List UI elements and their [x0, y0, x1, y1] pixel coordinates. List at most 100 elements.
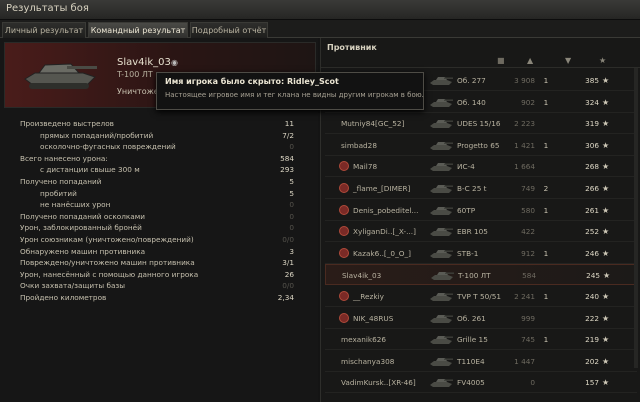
tank-class-icon	[430, 206, 453, 215]
stat-label: Очки захвата/защиты базы	[20, 281, 126, 291]
stat-row: пробитий 5	[0, 188, 318, 199]
stat-value: 0	[289, 223, 294, 233]
window-title: Результаты боя	[6, 3, 89, 14]
tab-team-result[interactable]: Командный результат	[88, 22, 188, 38]
enemy-vehicle-name: Об. 277	[457, 76, 486, 85]
enemy-row[interactable]: Denis_pobeditel... 60TP 580 1 261 ★	[325, 200, 637, 221]
stat-row: Урон, заблокированный бронёй 0	[0, 222, 318, 233]
tank-class-icon	[430, 141, 453, 150]
stat-value: 293	[280, 165, 294, 175]
enemy-experience: 245	[586, 271, 600, 281]
enemy-damage: 902	[521, 97, 535, 107]
stat-row: не нанёсших урон 0	[0, 199, 318, 210]
eye-icon[interactable]: ◉	[171, 58, 178, 67]
tank-class-icon	[430, 98, 453, 107]
tab-detailed-report[interactable]: Подробный отчёт	[190, 22, 268, 38]
stat-value: 5	[289, 188, 294, 198]
star-icon: ★	[602, 378, 610, 388]
enemy-vehicle-name: FV4005	[457, 378, 485, 388]
star-icon: ★	[602, 97, 610, 107]
enemy-experience: 319	[585, 119, 599, 129]
enemy-player-name: mischanya308	[341, 356, 395, 366]
enemy-vehicle-name: Об. 261	[457, 313, 486, 323]
stat-row: прямых попаданий/пробитий 7/2	[0, 130, 318, 141]
enemy-row[interactable]: __Rezkiy TVP T 50/51 2 241 1 240 ★	[325, 286, 637, 307]
enemy-experience: 261	[585, 205, 599, 215]
damage-column-icon[interactable]: ■	[497, 56, 505, 65]
enemy-vehicle-name: TVP T 50/51	[457, 292, 501, 301]
enemy-experience: 202	[585, 356, 599, 366]
enemy-player-name: VadimKursk..[XR-46]	[341, 378, 416, 388]
tank-class-icon	[430, 120, 453, 129]
enemy-experience: 157	[585, 378, 599, 388]
enemy-row[interactable]: mischanya308 T110E4 1 447 202 ★	[325, 351, 637, 372]
enemy-row[interactable]: simbad28 Progetto 65 1 421 1 306 ★	[325, 135, 637, 156]
tank-class-icon	[430, 314, 453, 323]
stat-row: с дистанции свыше 300 м 293	[0, 164, 318, 175]
tank-class-icon	[430, 228, 453, 237]
stat-value: 0	[289, 211, 294, 221]
player-vehicle: T-100 ЛТ	[117, 70, 153, 79]
stat-row: Повреждено/уничтожено машин противника 3…	[0, 257, 318, 268]
clan-emblem-icon	[339, 161, 349, 172]
enemy-row[interactable]: NIK_48RUS Об. 261 999 222 ★	[325, 308, 637, 329]
tank-class-icon	[430, 379, 453, 388]
enemy-row[interactable]: _flame_[DIMER] B-C 25 t 749 2 266 ★	[325, 178, 637, 199]
clan-emblem-icon	[339, 226, 349, 237]
stat-value: 0	[289, 142, 294, 152]
star-icon: ★	[602, 184, 610, 193]
star-icon: ★	[602, 162, 610, 172]
enemy-damage: 2 241	[514, 292, 535, 301]
enemy-experience: 219	[585, 335, 599, 345]
enemy-player-name: __Rezkiy	[353, 292, 384, 301]
enemy-vehicle-name: Grille 15	[457, 335, 488, 345]
stat-value: 0/0	[282, 235, 294, 244]
enemy-damage: 3 908	[514, 76, 535, 85]
enemy-damage: 0	[530, 378, 535, 388]
player-name: Slav4ik_03	[117, 57, 171, 68]
enemy-team-header: Противник	[327, 43, 377, 52]
stat-value: 7/2	[282, 130, 294, 140]
stat-label: с дистанции свыше 300 м	[40, 165, 140, 175]
star-icon: ★	[603, 271, 611, 281]
enemy-damage: 422	[521, 227, 535, 237]
tank-class-icon	[430, 336, 453, 345]
enemy-experience: 246	[585, 248, 599, 258]
enemy-row[interactable]: Kazak6..[_0_O_] STB-1 912 1 246 ★	[325, 243, 637, 264]
enemy-row[interactable]: VadimKursk..[XR-46] FV4005 0 157 ★	[325, 372, 637, 394]
star-icon: ★	[602, 313, 610, 323]
stat-label: Всего нанесено урона:	[20, 153, 108, 163]
enemy-damage: 1 447	[514, 356, 535, 366]
stat-label: Произведено выстрелов	[20, 119, 114, 128]
stat-label: пробитий	[40, 188, 77, 198]
stat-label: не нанёсших урон	[40, 200, 111, 210]
clan-emblem-icon	[339, 183, 349, 193]
stat-row: Пройдено километров 2,34	[0, 292, 318, 303]
enemy-experience: 306	[585, 140, 599, 150]
enemy-damage: 999	[521, 313, 535, 323]
tab-personal-result[interactable]: Личный результат	[2, 22, 86, 38]
sort-chevron-icon[interactable]: ▼	[565, 56, 571, 65]
enemy-experience: 252	[585, 227, 599, 237]
stat-value: 26	[284, 269, 294, 279]
enemy-row[interactable]: XyliganDi..[_X-...] EBR 105 422 252 ★	[325, 221, 637, 243]
kills-column-icon[interactable]: ▲	[527, 56, 533, 65]
stat-label: Повреждено/уничтожено машин противника	[20, 258, 195, 268]
enemy-kills: 1	[543, 205, 549, 215]
enemy-row-self[interactable]: Slav4ik_03 T-100 ЛТ 584 245 ★	[325, 264, 637, 286]
enemy-kills: 1	[543, 76, 549, 85]
enemy-vehicle-name: T110E4	[457, 356, 485, 366]
stat-label: Пройдено километров	[20, 293, 107, 302]
enemy-vehicle-name: STB-1	[457, 248, 479, 258]
enemy-vehicle-name: Об. 140	[457, 97, 486, 107]
scrollbar[interactable]	[634, 68, 638, 368]
enemy-row[interactable]: mexanik626 Grille 15 745 1 219 ★	[325, 329, 637, 351]
enemy-row[interactable]: Mutniy84[GC_52] UDES 15/16 2 223 319 ★	[325, 113, 637, 135]
enemy-player-name: _flame_[DIMER]	[353, 184, 411, 193]
enemy-row[interactable]: Mail78 ИС-4 1 664 268 ★	[325, 156, 637, 178]
stat-value: 584	[280, 153, 294, 163]
star-icon: ★	[602, 356, 610, 366]
star-column-icon[interactable]: ★	[599, 56, 606, 65]
enemy-damage: 1 664	[514, 162, 535, 172]
stat-label: прямых попаданий/пробитий	[40, 130, 154, 140]
